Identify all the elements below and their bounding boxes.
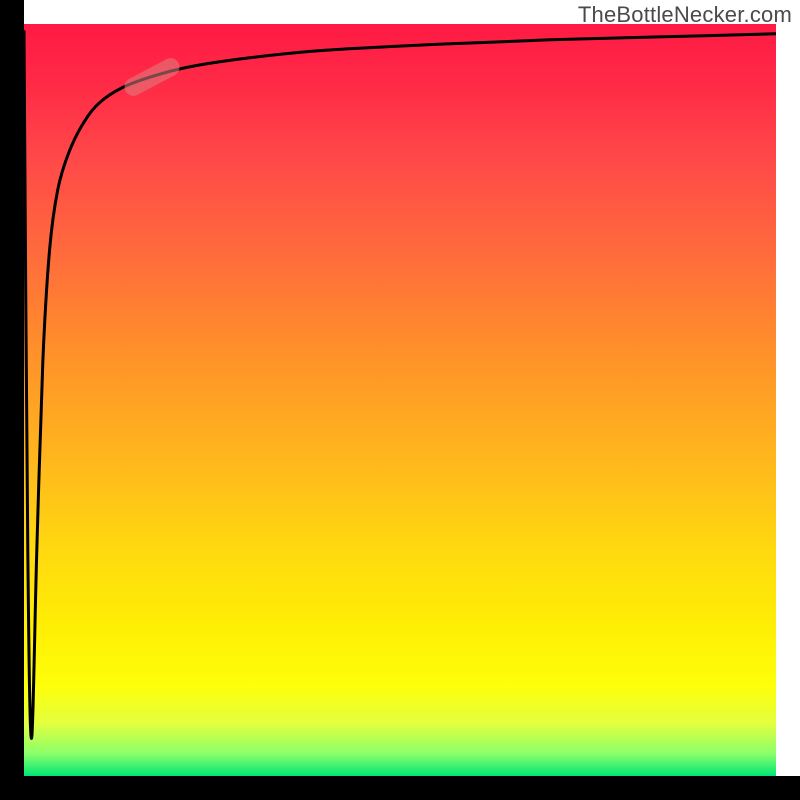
plot-area-gradient: [24, 24, 776, 776]
x-axis: [0, 776, 800, 800]
chart-container: TheBottleNecker.com: [0, 0, 800, 800]
y-axis: [0, 0, 24, 800]
watermark-text: TheBottleNecker.com: [578, 2, 792, 28]
